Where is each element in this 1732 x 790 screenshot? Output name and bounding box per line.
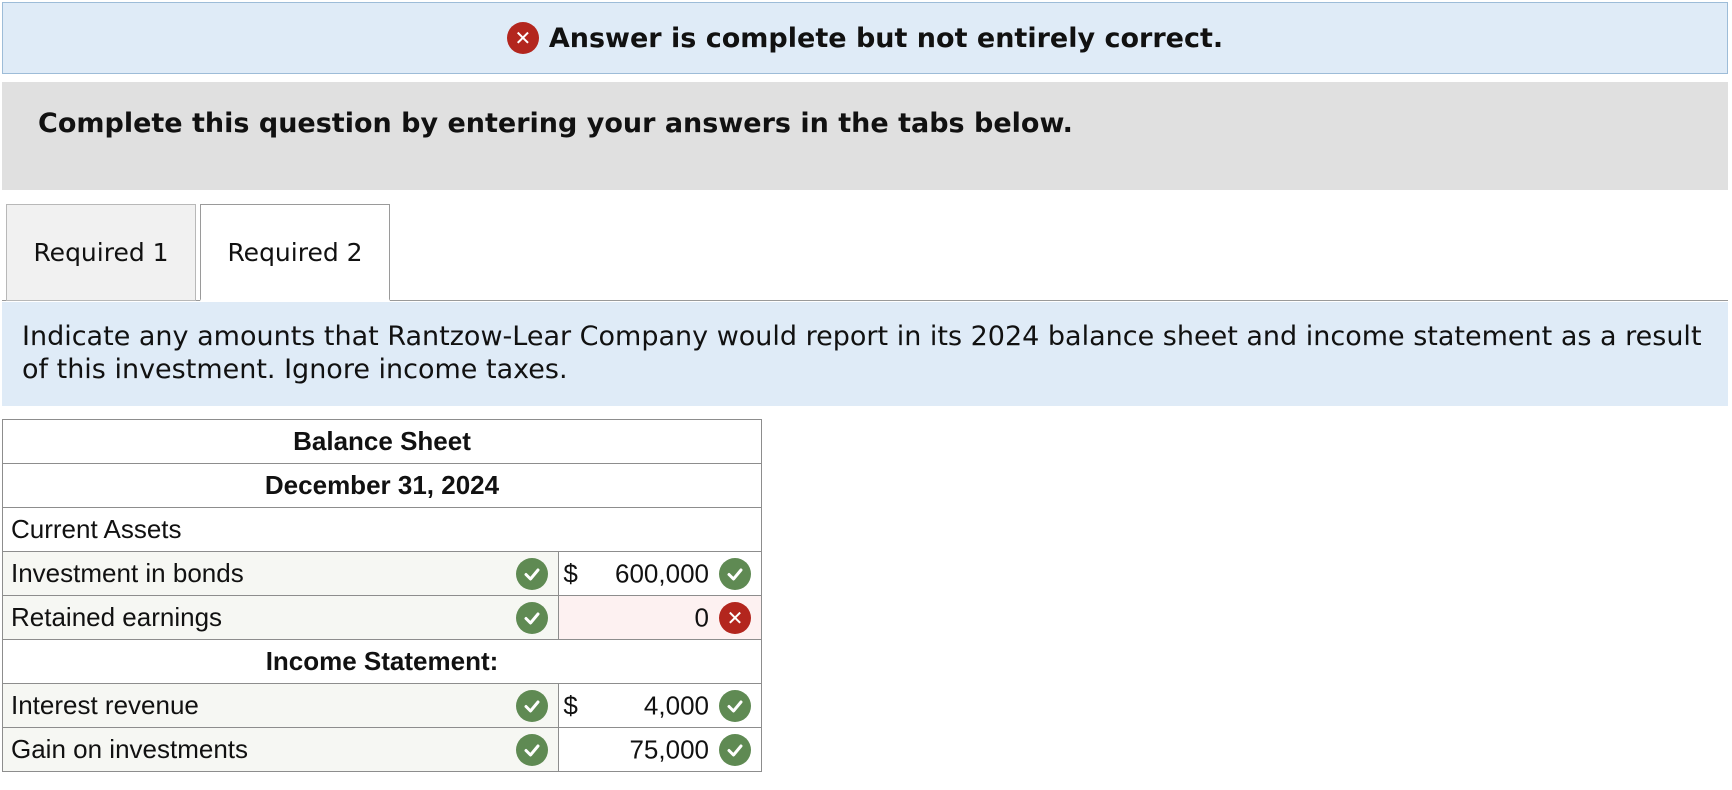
section-row: Income Statement: <box>2 639 762 684</box>
amount-value: 600,000 <box>615 558 709 588</box>
row-label-interest-revenue[interactable]: Interest revenue <box>1 683 560 728</box>
check-icon <box>719 689 751 722</box>
feedback-banner-content: ✕ Answer is complete but not entirely co… <box>506 22 1224 54</box>
amount-input-investment-in-bonds[interactable]: $ 600,000 <box>558 551 762 596</box>
table-row: Gain on investments 75,000 <box>1 727 762 772</box>
instructions-text: Complete this question by entering your … <box>38 108 1073 139</box>
check-icon <box>516 733 549 766</box>
currency-symbol: $ <box>563 690 578 720</box>
x-circle-icon: ✕ <box>719 601 751 634</box>
amount-input-gain-on-investments[interactable]: 75,000 <box>558 727 762 772</box>
statement-date: December 31, 2024 <box>2 463 762 508</box>
table-row: Retained earnings 0 ✕ <box>1 595 762 640</box>
feedback-banner: ✕ Answer is complete but not entirely co… <box>2 2 1728 74</box>
check-icon <box>516 601 549 634</box>
statement-title: Balance Sheet <box>2 419 762 464</box>
table-header-row: December 31, 2024 <box>2 463 762 508</box>
table-header-row: Balance Sheet <box>2 419 762 464</box>
x-circle-icon: ✕ <box>506 22 539 54</box>
feedback-banner-text: Answer is complete but not entirely corr… <box>548 22 1224 54</box>
row-label-text: Interest revenue <box>11 690 199 720</box>
row-label-gain-on-investments[interactable]: Gain on investments <box>1 727 560 772</box>
currency-symbol: $ <box>563 558 578 588</box>
income-statement-label: Income Statement: <box>2 639 762 684</box>
amount-value: 75,000 <box>629 734 709 764</box>
row-label-text: Gain on investments <box>11 734 249 764</box>
table-row: Interest revenue $ 4,000 <box>1 683 762 728</box>
row-label-investment-in-bonds[interactable]: Investment in bonds <box>1 551 560 596</box>
amount-value: 4,000 <box>643 690 709 720</box>
tab-bar: Required 1 Required 2 <box>2 204 1728 301</box>
check-icon <box>719 733 751 766</box>
amount-input-interest-revenue[interactable]: $ 4,000 <box>558 683 762 728</box>
check-icon <box>516 557 549 590</box>
question-prompt-text: Indicate any amounts that Rantzow-Lear C… <box>22 321 1702 385</box>
row-label-text: Investment in bonds <box>11 558 244 588</box>
amount-value: 0 <box>694 602 709 632</box>
amount-input-retained-earnings[interactable]: 0 ✕ <box>558 595 762 640</box>
section-row: Current Assets <box>2 507 762 552</box>
current-assets-label: Current Assets <box>2 507 762 552</box>
check-icon <box>719 557 751 590</box>
question-prompt: Indicate any amounts that Rantzow-Lear C… <box>2 302 1728 406</box>
check-icon <box>516 689 549 722</box>
balance-sheet-table: Balance Sheet December 31, 2024 Current … <box>1 419 762 772</box>
tab-required-1[interactable]: Required 1 <box>6 204 196 301</box>
row-label-retained-earnings[interactable]: Retained earnings <box>1 595 560 640</box>
row-label-text: Retained earnings <box>11 602 223 632</box>
tab-required-2[interactable]: Required 2 <box>200 204 390 301</box>
table-row: Investment in bonds $ 600,000 <box>1 551 762 596</box>
instructions-panel: Complete this question by entering your … <box>2 82 1728 190</box>
